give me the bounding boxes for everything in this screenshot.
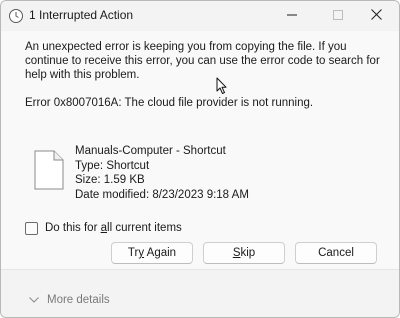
apply-to-all-checkbox-row[interactable]: Do this for all current items [25,220,182,236]
chevron-down-icon [29,294,47,306]
file-date-modified: Date modified: 8/23/2023 9:18 AM [75,188,249,201]
apply-to-all-label[interactable]: Do this for all current items [45,222,182,234]
error-message: An unexpected error is keeping you from … [25,41,380,81]
file-size: Size: 1.59 KB [75,174,145,186]
clock-icon [8,8,24,24]
dialog-footer: More details [1,269,399,317]
document-icon [34,150,64,190]
error-code: Error 0x8007016A: The cloud file provide… [25,97,314,109]
dialog-content: An unexpected error is keeping you from … [1,31,399,269]
title-bar[interactable]: 1 Interrupted Action [1,1,399,31]
close-button[interactable] [353,1,399,31]
skip-button[interactable]: Skip [203,242,285,264]
cancel-button[interactable]: Cancel [295,242,377,264]
more-details-toggle[interactable]: More details [29,294,110,306]
close-icon [370,7,382,25]
window-title: 1 Interrupted Action [29,8,134,22]
try-again-button[interactable]: Tr y Again [111,242,193,264]
apply-to-all-checkbox[interactable] [25,221,38,235]
file-details: Manuals-Computer - Shortcut Type: Shortc… [75,144,249,202]
file-type: Type: Shortcut [75,159,150,172]
mouse-cursor-icon [216,77,228,95]
maximize-icon [333,7,343,25]
minimize-button[interactable] [269,1,315,31]
file-name: Manuals-Computer - Shortcut [75,145,226,157]
dialog-window: 1 Interrupted Action An unexpected error… [0,0,400,318]
more-details-label[interactable]: More details [47,294,110,306]
minimize-icon [287,7,297,25]
